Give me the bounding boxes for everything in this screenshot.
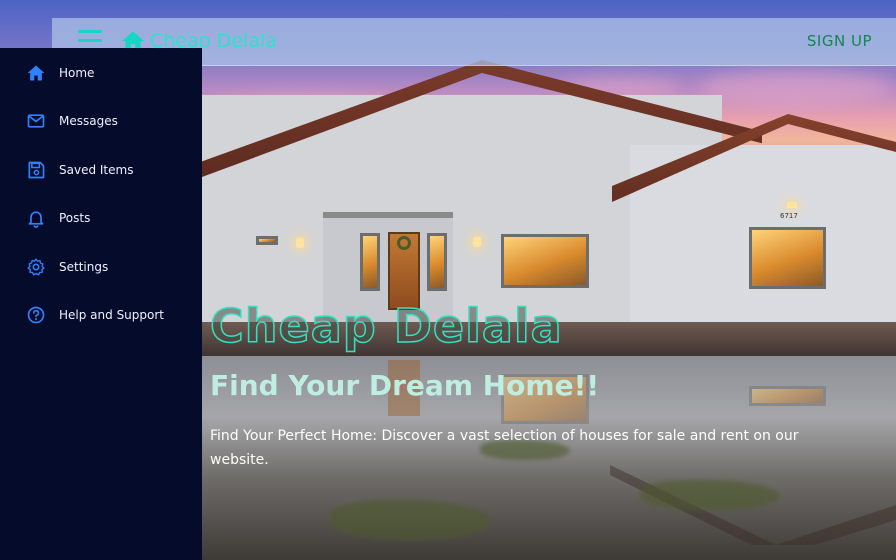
sidebar-item-saved-items[interactable]: Saved Items (0, 150, 202, 190)
sidebar-nav: Home Messages Saved Items Posts Settings (0, 48, 202, 560)
sidebar-item-help-and-support[interactable]: Help and Support (0, 295, 202, 335)
sky-cloud (700, 70, 890, 106)
sidebar-item-label: Help and Support (59, 308, 164, 322)
wall-lamp (296, 238, 304, 248)
window-reflection (749, 386, 826, 406)
door-wreath (397, 236, 411, 250)
wall-lamp (473, 237, 481, 247)
sidebar-item-home[interactable]: Home (0, 53, 202, 93)
wall-lamp (787, 202, 797, 208)
house-window (360, 233, 380, 291)
bell-icon (28, 211, 44, 228)
sidebar-item-label: Saved Items (59, 163, 134, 177)
sidebar-item-settings[interactable]: Settings (0, 247, 202, 287)
house-window (749, 227, 826, 289)
house-vent-light (256, 236, 278, 245)
sidebar-item-messages[interactable]: Messages (0, 101, 202, 141)
hero-title: Cheap Delala (209, 298, 563, 354)
help-icon (27, 306, 45, 324)
home-icon (27, 65, 45, 81)
sign-up-button[interactable]: SIGN UP (807, 32, 872, 50)
house-window (427, 233, 447, 291)
gear-icon (27, 258, 45, 276)
sidebar-item-label: Posts (59, 211, 91, 225)
sidebar-item-label: Home (59, 66, 95, 80)
house-number: 6717 (780, 212, 798, 220)
hero-description: Find Your Perfect Home: Discover a vast … (210, 428, 799, 468)
sidebar-item-label: Messages (59, 114, 118, 128)
sidebar-item-label: Settings (59, 260, 109, 274)
hero-subtitle: Find Your Dream Home!! (210, 369, 600, 402)
grass-patch (640, 480, 780, 510)
house-window (501, 234, 589, 288)
save-icon (28, 161, 45, 179)
grass-patch (330, 500, 490, 540)
sidebar-item-posts[interactable]: Posts (0, 198, 202, 238)
mail-icon (27, 114, 45, 128)
